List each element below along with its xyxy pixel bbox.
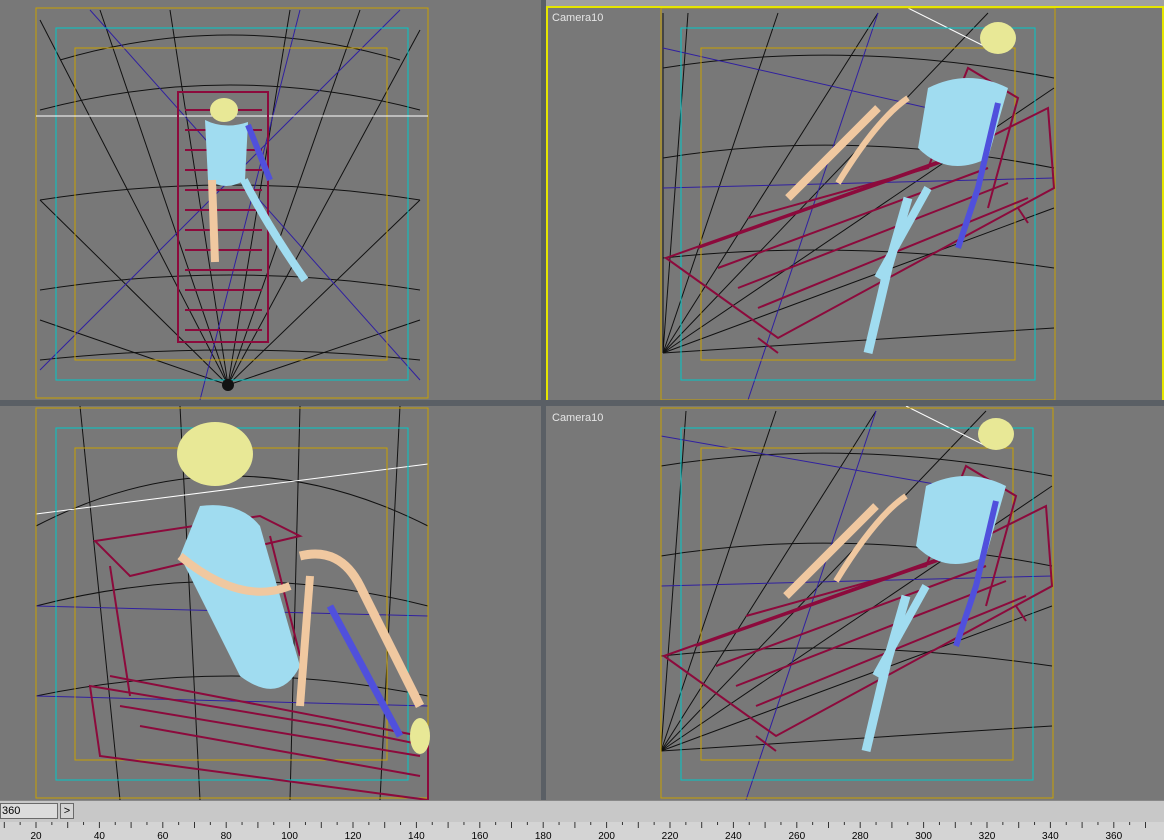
track-bar-label: 140	[408, 831, 425, 840]
current-frame-field[interactable]: 360	[0, 803, 58, 819]
viewport-label: Camera10	[552, 412, 604, 424]
track-bar-label: 60	[157, 831, 169, 840]
viewport-bottom-right[interactable]: Camera10	[546, 406, 1164, 800]
viewport-top-right-canvas	[660, 8, 1056, 400]
viewport-top-left[interactable]	[0, 0, 541, 400]
viewport-bottom-left[interactable]	[0, 406, 541, 800]
viewport-bottom-left-canvas	[35, 406, 430, 800]
track-bar-label: 340	[1042, 831, 1059, 840]
track-bar-label: 260	[788, 831, 806, 840]
track-bar-label: 40	[93, 831, 105, 840]
next-frame-button[interactable]: >	[60, 803, 74, 819]
viewport-splitter-horizontal[interactable]	[0, 400, 1164, 406]
viewport-label: Camera10	[552, 12, 604, 24]
track-bar-label: 80	[220, 831, 232, 840]
track-bar-label: 160	[471, 831, 489, 840]
track-bar[interactable]: 20 40 60 80 100 120 140 160 180 200 220 240 260 280 30…	[0, 822, 1164, 840]
track-bar-label: 280	[851, 831, 869, 840]
time-slider[interactable]: 360 >	[0, 800, 1164, 823]
track-bar-label: 100	[281, 831, 298, 840]
track-bar-label: 360	[1105, 831, 1123, 840]
track-bar-label: 200	[598, 831, 615, 840]
track-bar-label: 240	[725, 831, 742, 840]
track-bar-label: 320	[978, 831, 996, 840]
viewport-top-left-canvas	[35, 7, 429, 400]
track-bar-label: 300	[915, 831, 932, 840]
track-bar-label: 120	[344, 831, 362, 840]
viewport-bottom-right-canvas	[660, 406, 1054, 800]
track-bar-label: 20	[30, 831, 42, 840]
track-bar-label: 180	[534, 831, 552, 840]
viewport-top-right[interactable]: Camera10	[546, 6, 1164, 402]
track-bar-label: 220	[661, 831, 679, 840]
